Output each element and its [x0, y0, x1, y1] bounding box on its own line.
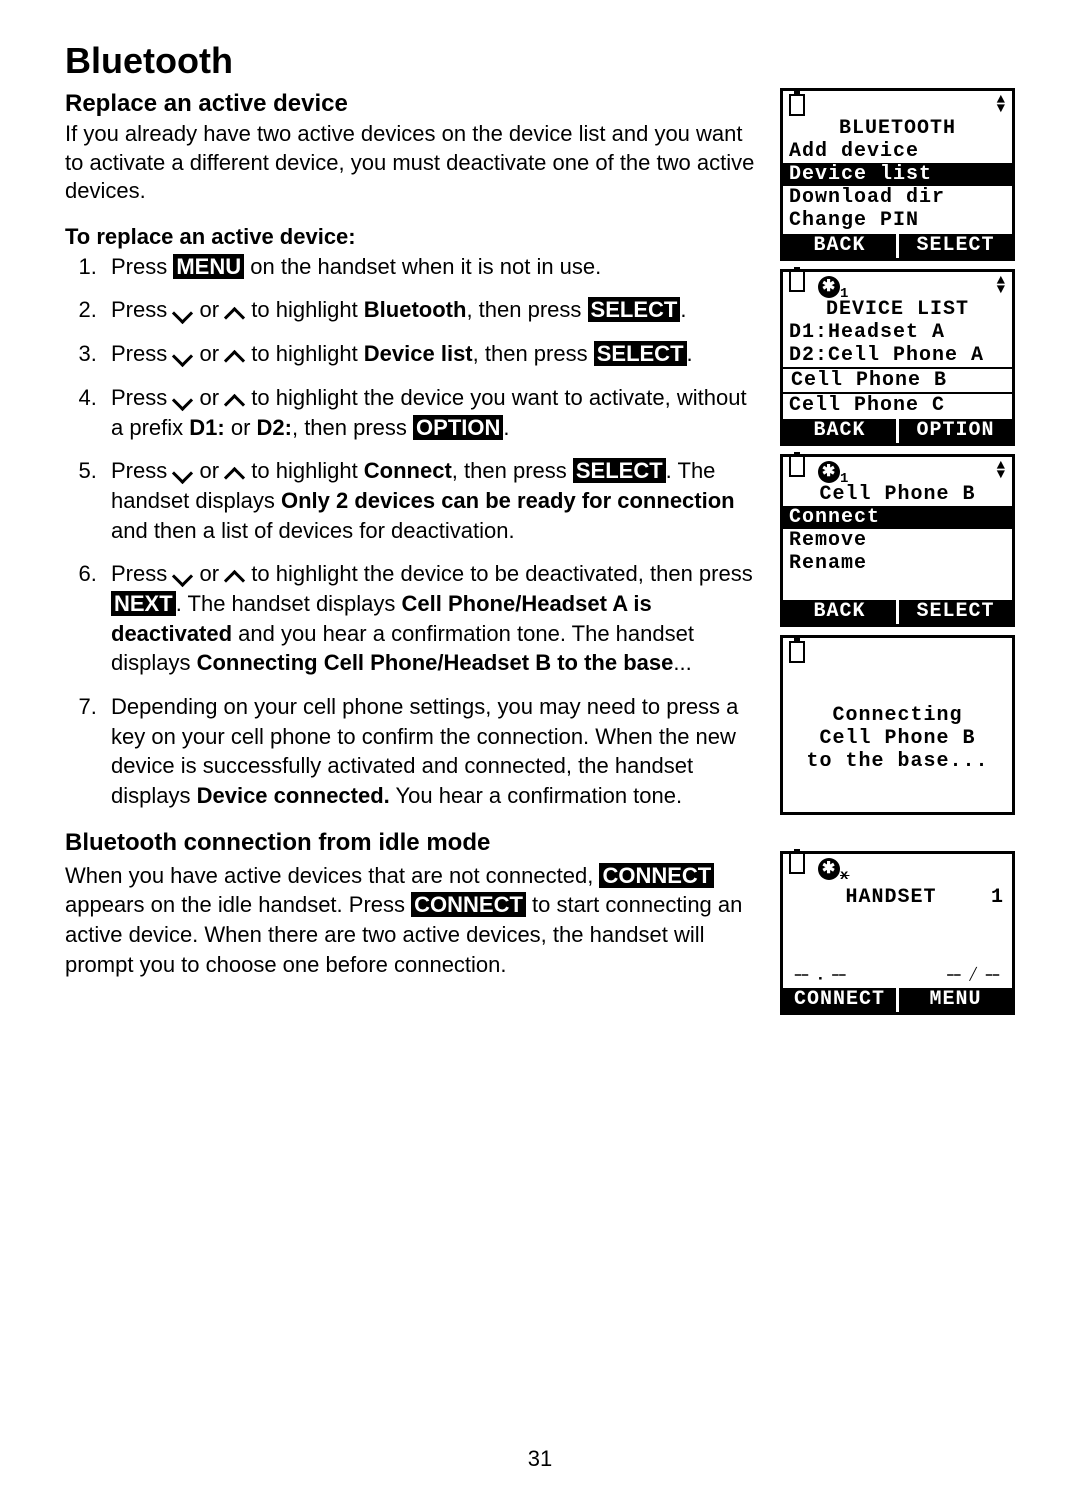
battery-icon [789, 94, 805, 116]
battery-icon [789, 641, 805, 663]
page-number: 31 [0, 1446, 1080, 1472]
bluetooth-disconnected-icon [818, 858, 840, 880]
signal-dashes: ⎯⎯ ▪ ⎯⎯⎯⎯ ╱ ⎯⎯ [783, 969, 1012, 986]
chevron-down-icon [173, 393, 193, 405]
lcd-bluetooth-menu: BLUETOOTH Add device Device list Downloa… [780, 88, 1015, 261]
handset-label: HANDSET [845, 886, 936, 909]
intro-paragraph: If you already have two active devices o… [65, 120, 758, 206]
softkey-back: BACK [783, 600, 896, 624]
battery-icon [789, 852, 805, 874]
step-6: Press or to highlight the device to be d… [103, 559, 758, 678]
chevron-up-icon [225, 349, 245, 361]
chevron-up-icon [225, 569, 245, 581]
menu-item: Add device [783, 140, 1012, 163]
chevron-up-icon [225, 393, 245, 405]
device-item: D1:Headset A [783, 321, 1012, 344]
next-button-label: NEXT [111, 591, 176, 616]
chevron-up-icon [225, 466, 245, 478]
handset-number: 1 [991, 886, 1004, 909]
battery-icon [789, 270, 805, 292]
menu-item: Download dir [783, 186, 1012, 209]
chevron-down-icon [173, 569, 193, 581]
lcd-connecting: Connecting Cell Phone B to the base... [780, 635, 1015, 815]
softkey-select: SELECT [899, 234, 1012, 258]
step-7: Depending on your cell phone settings, y… [103, 692, 758, 811]
chevron-down-icon [173, 466, 193, 478]
softkey-option: OPTION [899, 419, 1012, 443]
menu-item-selected: Device list [783, 163, 1012, 186]
softkey-select: SELECT [899, 600, 1012, 624]
device-item: Cell Phone C [783, 394, 1012, 417]
softkey-back: BACK [783, 234, 896, 258]
device-item: D2:Cell Phone A [783, 344, 1012, 367]
select-button-label: SELECT [594, 341, 687, 366]
option-item-selected: Connect [783, 506, 1012, 529]
bluetooth-icon [818, 276, 840, 298]
status-line: Cell Phone B [783, 727, 1012, 750]
option-button-label: OPTION [413, 415, 503, 440]
bluetooth-icon [818, 461, 840, 483]
scroll-arrows-icon [997, 277, 1006, 295]
option-item: Remove [783, 529, 1012, 552]
chevron-down-icon [173, 306, 193, 318]
scroll-arrows-icon [997, 96, 1006, 114]
select-button-label: SELECT [573, 458, 666, 483]
chevron-up-icon [225, 306, 245, 318]
connect-button-label: CONNECT [599, 863, 714, 888]
lcd-idle: x HANDSET 1 ⎯⎯ ▪ ⎯⎯⎯⎯ ╱ ⎯⎯ CONNECT MENU [780, 851, 1015, 1015]
scroll-arrows-icon [997, 462, 1006, 480]
bt-disconnected-sub: x [840, 868, 849, 884]
battery-icon [789, 455, 805, 477]
section-heading-replace: Replace an active device [65, 90, 758, 118]
status-line: Connecting [783, 704, 1012, 727]
menu-button-label: MENU [173, 254, 244, 279]
step-4: Press or to highlight the device you wan… [103, 383, 758, 442]
chevron-down-icon [173, 349, 193, 361]
step-3: Press or to highlight Device list, then … [103, 339, 758, 369]
lcd-title: BLUETOOTH [783, 117, 1012, 140]
connect-button-label: CONNECT [411, 892, 526, 917]
step-5: Press or to highlight Connect, then pres… [103, 456, 758, 545]
select-button-label: SELECT [588, 297, 681, 322]
steps-list: Press MENU on the handset when it is not… [65, 252, 758, 811]
step-2: Press or to highlight Bluetooth, then pr… [103, 295, 758, 325]
lcd-device-options: 1 Cell Phone B Connect Remove Rename BAC… [780, 454, 1015, 627]
softkey-menu: MENU [899, 988, 1012, 1012]
steps-heading: To replace an active device: [65, 224, 758, 250]
menu-item: Change PIN [783, 209, 1012, 232]
lcd-device-list: 1 DEVICE LIST D1:Headset A D2:Cell Phone… [780, 269, 1015, 446]
softkey-back: BACK [783, 419, 896, 443]
device-item-highlighted: Cell Phone B [781, 367, 1014, 394]
idle-paragraph: When you have active devices that are no… [65, 861, 758, 980]
option-item: Rename [783, 552, 1012, 575]
page-title: Bluetooth [65, 40, 758, 82]
step-1: Press MENU on the handset when it is not… [103, 252, 758, 282]
section-heading-idle: Bluetooth connection from idle mode [65, 829, 758, 857]
softkey-connect: CONNECT [783, 988, 896, 1012]
status-line: to the base... [783, 750, 1012, 773]
